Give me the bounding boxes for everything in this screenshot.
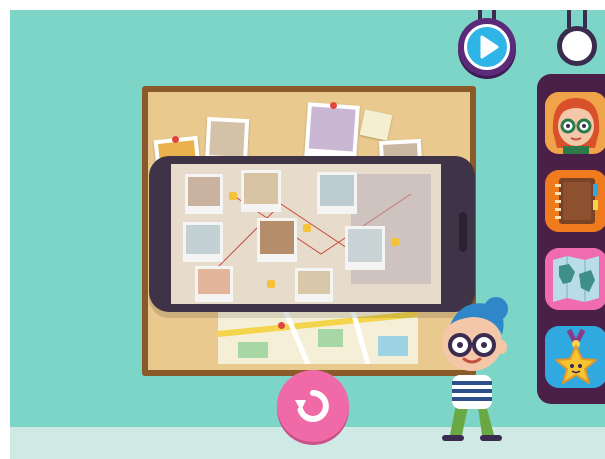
side-menu <box>537 74 605 404</box>
yellow-pin <box>229 192 237 200</box>
achievements-button[interactable] <box>545 326 605 388</box>
red-pin <box>278 322 285 329</box>
note-card <box>359 109 393 141</box>
menu-strap <box>567 10 571 28</box>
scanned-photo <box>295 268 333 302</box>
yellow-pin <box>267 280 275 288</box>
play-button[interactable] <box>458 18 516 76</box>
suspect-photo <box>304 102 360 162</box>
scanned-photo <box>241 170 281 212</box>
yellow-pin <box>391 238 399 246</box>
menu-strap <box>583 10 587 28</box>
scanner-phone <box>149 156 475 312</box>
world-map-button[interactable] <box>545 248 605 310</box>
character-button[interactable] <box>545 92 605 154</box>
scanned-photo <box>257 218 297 262</box>
replay-icon <box>295 390 329 422</box>
red-pin <box>172 136 179 143</box>
scanned-photo <box>317 172 357 214</box>
phone-screen <box>171 164 441 304</box>
scanned-photo <box>183 222 223 262</box>
notebook-icon <box>545 170 605 232</box>
yellow-pin <box>303 224 311 232</box>
scanned-photo <box>185 174 223 214</box>
play-icon <box>480 35 499 59</box>
notebook-button[interactable] <box>545 170 605 232</box>
scanned-photo <box>345 226 385 270</box>
detective-character <box>422 295 522 445</box>
menu-button[interactable] <box>557 26 597 66</box>
phone-side-button <box>459 212 467 252</box>
replay-button[interactable] <box>277 370 349 442</box>
star-medal-icon <box>545 326 605 388</box>
red-pin <box>330 102 337 109</box>
character-avatar-icon <box>545 92 605 154</box>
world-map-icon <box>545 248 605 310</box>
game-scene <box>10 10 605 459</box>
scanned-photo <box>195 266 233 302</box>
